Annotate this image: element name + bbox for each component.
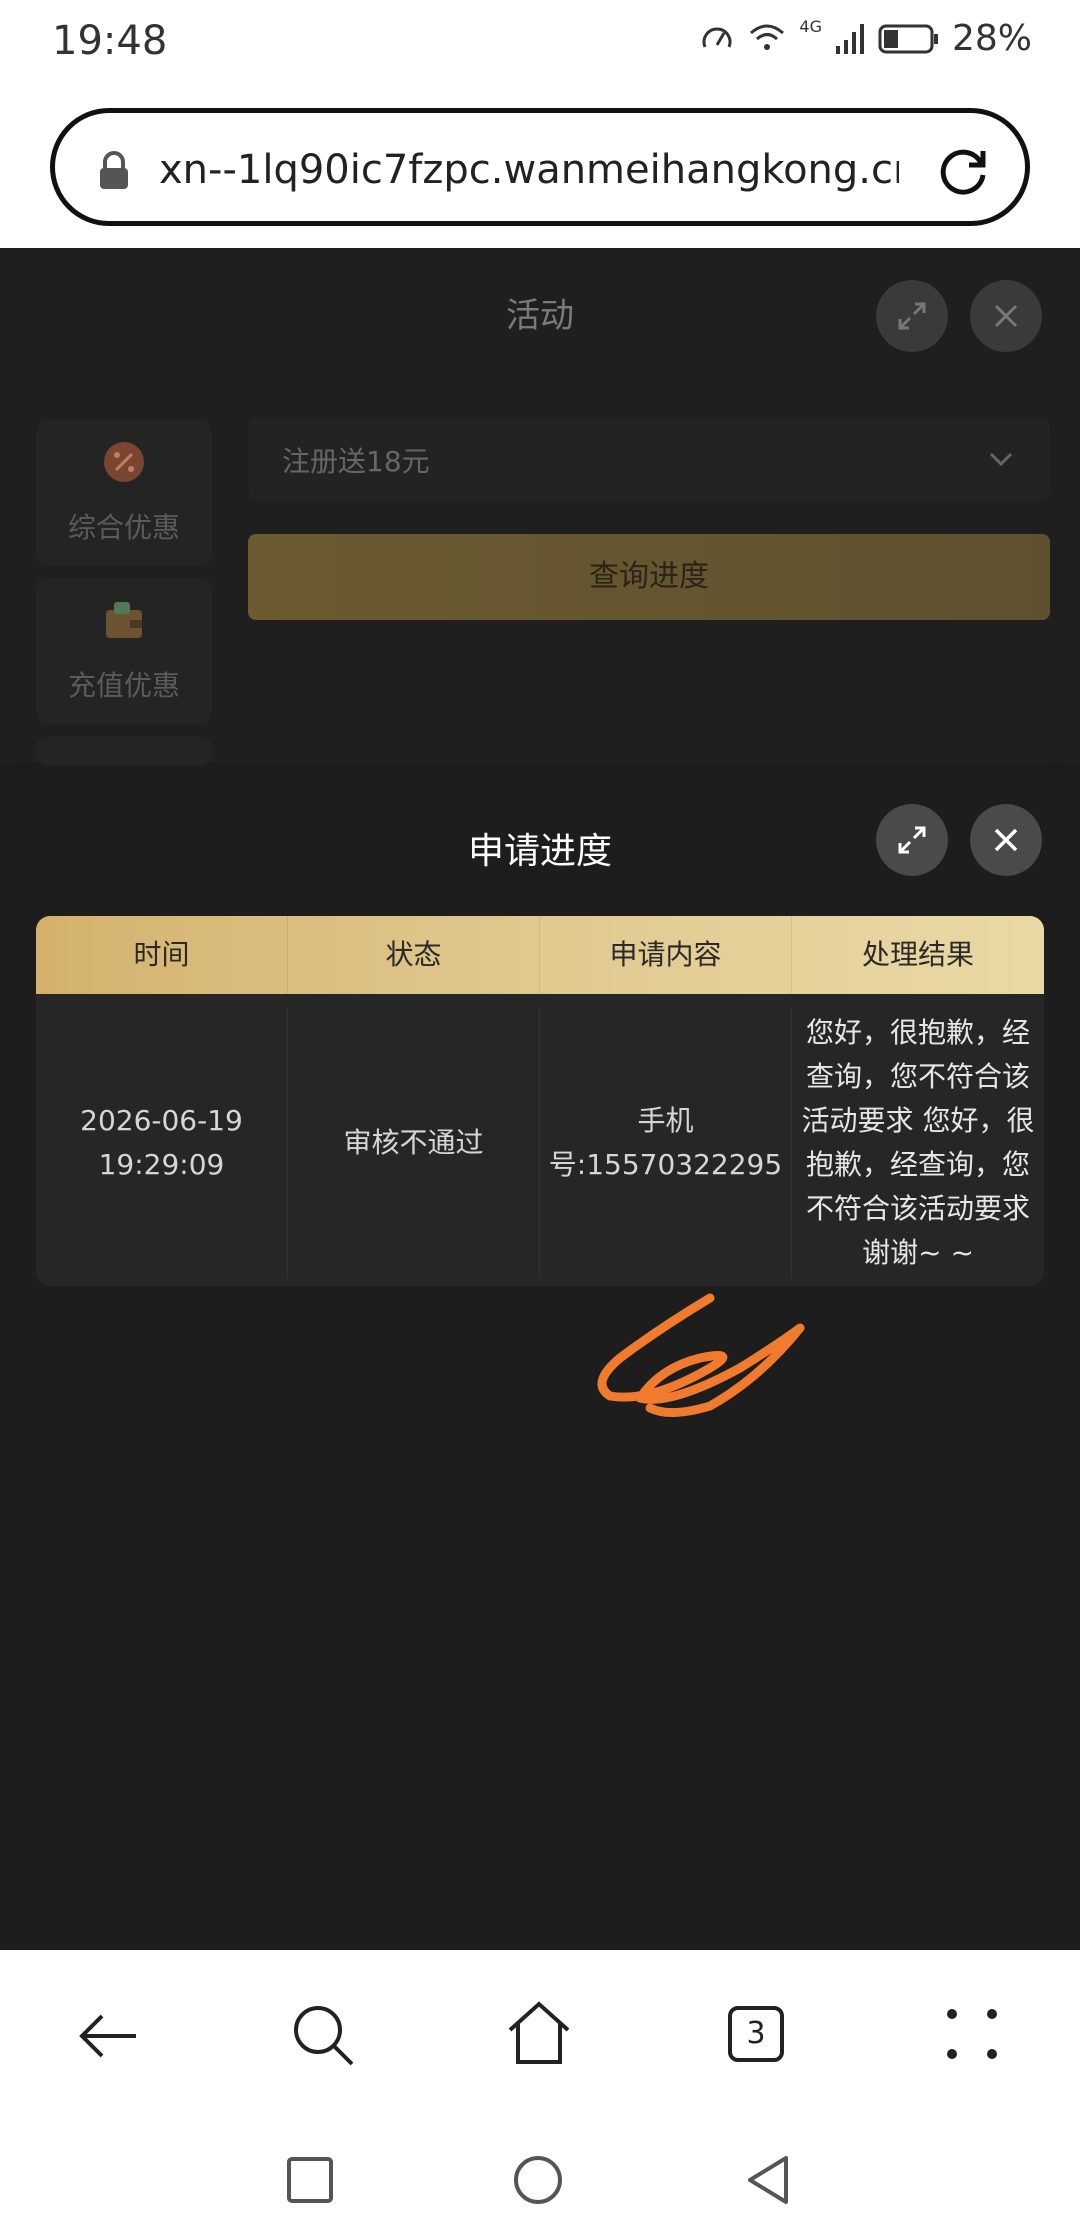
- column-header-content: 申请内容: [540, 916, 792, 994]
- search-icon[interactable]: [290, 2002, 356, 2068]
- side-item-general[interactable]: 综合优惠: [36, 420, 212, 566]
- cell-status: 审核不通过: [288, 1008, 540, 1278]
- lock-icon: [100, 151, 128, 189]
- table-header: 时间 状态 申请内容 处理结果: [36, 916, 1044, 994]
- activity-select[interactable]: 注册送18元: [248, 418, 1050, 500]
- home-circle-icon[interactable]: [512, 2154, 564, 2206]
- cell-time: 2026-06-19 19:29:09: [36, 1008, 288, 1278]
- tabs-button[interactable]: 3: [728, 2006, 784, 2062]
- more-menu-icon[interactable]: [944, 2006, 1000, 2062]
- column-header-time: 时间: [36, 916, 288, 994]
- column-header-status: 状态: [288, 916, 540, 994]
- browser-address-bar: xn--1lq90ic7fzpc.wanmeihangkong.cn/: [0, 86, 1080, 248]
- close-button[interactable]: [970, 804, 1042, 876]
- chevron-down-icon: [989, 452, 1013, 467]
- battery-icon: [878, 24, 938, 53]
- status-time: 19:48: [52, 18, 168, 64]
- wifi-icon: [750, 24, 785, 50]
- cell-result: 您好，很抱歉，经查询，您不符合该活动要求 您好，很抱歉，经查询，您不符合该活动要…: [801, 1016, 1035, 1269]
- url-text[interactable]: xn--1lq90ic7fzpc.wanmeihangkong.cn/: [159, 147, 899, 193]
- home-icon[interactable]: [506, 2000, 572, 2066]
- cell-clock: 19:29:09: [98, 1148, 225, 1181]
- reload-icon[interactable]: [933, 141, 993, 201]
- side-item-label: 综合优惠: [67, 511, 180, 544]
- signal-icon: [835, 23, 864, 54]
- expand-button[interactable]: [876, 804, 948, 876]
- redaction-scribble: [597, 1293, 805, 1417]
- close-icon: [994, 828, 1018, 852]
- column-header-result: 处理结果: [861, 938, 974, 971]
- speed-icon: [702, 27, 732, 48]
- side-item-partial[interactable]: [36, 736, 212, 766]
- status-bar: 19:48 4G 28%: [0, 0, 1080, 86]
- back-triangle-icon[interactable]: [742, 2154, 794, 2206]
- cell-date: 2026-06-19: [80, 1104, 243, 1137]
- battery-level: 28%: [951, 18, 1032, 59]
- percent-badge-icon: [104, 442, 144, 482]
- url-field[interactable]: xn--1lq90ic7fzpc.wanmeihangkong.cn/: [50, 108, 1030, 226]
- cell-content-line2: 号:15570322295: [548, 1148, 783, 1181]
- side-item-label: 充值优惠: [67, 669, 180, 702]
- cell-content: 手机 号:15570322295: [540, 1008, 792, 1278]
- progress-table: 时间 状态 申请内容 处理结果 2026-06-19 19:29:09 审核不通…: [36, 916, 1044, 1286]
- cell-content-line1: 手机: [637, 1104, 694, 1137]
- close-icon: [994, 304, 1018, 328]
- wallet-icon: [106, 602, 142, 638]
- expand-icon: [898, 826, 926, 854]
- side-item-recharge[interactable]: 充值优惠: [36, 578, 212, 724]
- select-value: 注册送18元: [282, 445, 430, 478]
- background-activity-page: 活动 综合优惠 充值优惠 注册送18元 查询进度: [0, 248, 1080, 766]
- table-row: 2026-06-19 19:29:09 审核不通过 手机 号:155703222…: [36, 994, 1044, 1286]
- expand-button-bg[interactable]: [876, 280, 948, 352]
- back-arrow-icon[interactable]: [76, 2004, 140, 2068]
- expand-icon: [898, 302, 926, 330]
- recents-square-icon[interactable]: [286, 2156, 334, 2204]
- network-type: 4G: [799, 17, 822, 36]
- close-button-bg[interactable]: [970, 280, 1042, 352]
- browser-bottom-bar: 3: [0, 1950, 1080, 2240]
- progress-sheet: 申请进度 时间 状态 申请内容 处理结果 2026-06-19 19:29:09: [0, 766, 1080, 1950]
- web-page: 活动 综合优惠 充值优惠 注册送18元 查询进度 申请进度 时间 状态 申请内容…: [0, 248, 1080, 1950]
- query-progress-button[interactable]: 查询进度: [248, 534, 1050, 620]
- status-icons: 4G 28%: [699, 17, 1032, 59]
